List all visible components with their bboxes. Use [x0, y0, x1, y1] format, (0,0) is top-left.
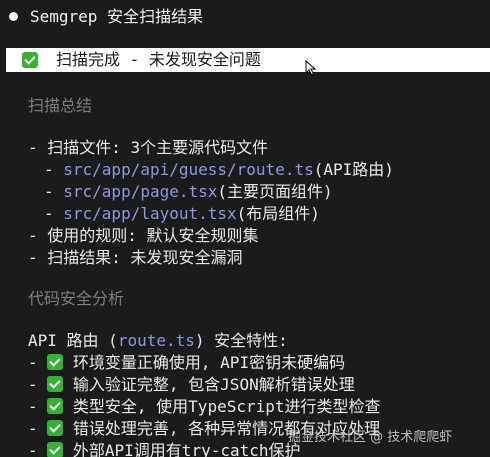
analysis-heading: 代码安全分析 [28, 289, 125, 308]
check-mark-icon [47, 442, 64, 457]
feature-text: 外部API调用有try-catch保护 [72, 441, 301, 457]
file-path: src/app/page.tsx [63, 182, 218, 201]
rules-line: - 使用的规则: 默认安全规则集 [28, 226, 259, 245]
summary-heading: 扫描总结 [28, 96, 93, 115]
list-dash: - [28, 441, 48, 457]
list-dash: - [44, 160, 64, 179]
file-item: - src/app/api/guess/route.ts(API路由) [44, 159, 394, 181]
list-dash: - [28, 353, 48, 372]
mouse-cursor-icon [305, 60, 317, 76]
check-mark-icon [47, 398, 64, 414]
file-desc: (布局组件) [236, 204, 320, 223]
list-dash: - [28, 419, 48, 438]
title-bullet-icon [9, 12, 18, 21]
feature-item: - 输入验证完整, 包含JSON解析错误处理 [28, 374, 355, 396]
feature-item: - 类型安全, 使用TypeScript进行类型检查 [28, 396, 381, 418]
file-item: - src/app/page.tsx(主要页面组件) [44, 181, 333, 203]
list-dash: - [44, 204, 64, 223]
list-dash: - [28, 397, 48, 416]
api-intro-line: API 路由 (route.ts) 安全特性: [28, 330, 288, 352]
status-text: 扫描完成 - 未发现安全问题 [56, 50, 261, 69]
api-intro-code: route.ts [117, 331, 195, 350]
file-path: src/app/api/guess/route.ts [63, 160, 314, 179]
feature-text: 环境变量正确使用, API密钥未硬编码 [72, 353, 346, 372]
check-mark-icon [22, 52, 38, 68]
list-dash: - [28, 375, 48, 394]
check-mark-icon [47, 376, 64, 392]
page-title: Semgrep 安全扫描结果 [30, 7, 204, 26]
file-desc: (主要页面组件) [217, 182, 333, 201]
result-line: - 扫描结果: 未发现安全漏洞 [28, 248, 243, 267]
api-intro-suffix: ) 安全特性: [194, 331, 288, 350]
feature-item: - 环境变量正确使用, API密钥未硬编码 [28, 352, 345, 374]
watermark: 掘金技术社区 @ 技术爬爬虾 [288, 430, 453, 445]
file-desc: (API路由) [313, 160, 394, 179]
file-item: - src/app/layout.tsx(布局组件) [44, 203, 320, 225]
status-banner: 扫描完成 - 未发现安全问题 [6, 48, 490, 76]
file-path: src/app/layout.tsx [63, 204, 237, 223]
files-line: - 扫描文件: 3个主要源代码文件 [28, 138, 269, 157]
list-dash: - [44, 182, 64, 201]
feature-text: 输入验证完整, 包含JSON解析错误处理 [72, 375, 355, 394]
check-mark-icon [47, 420, 64, 436]
feature-text: 类型安全, 使用TypeScript进行类型检查 [72, 397, 381, 416]
check-mark-icon [47, 354, 64, 370]
feature-item: - 外部API调用有try-catch保护 [28, 440, 301, 457]
api-intro-prefix: API 路由 ( [28, 331, 118, 350]
